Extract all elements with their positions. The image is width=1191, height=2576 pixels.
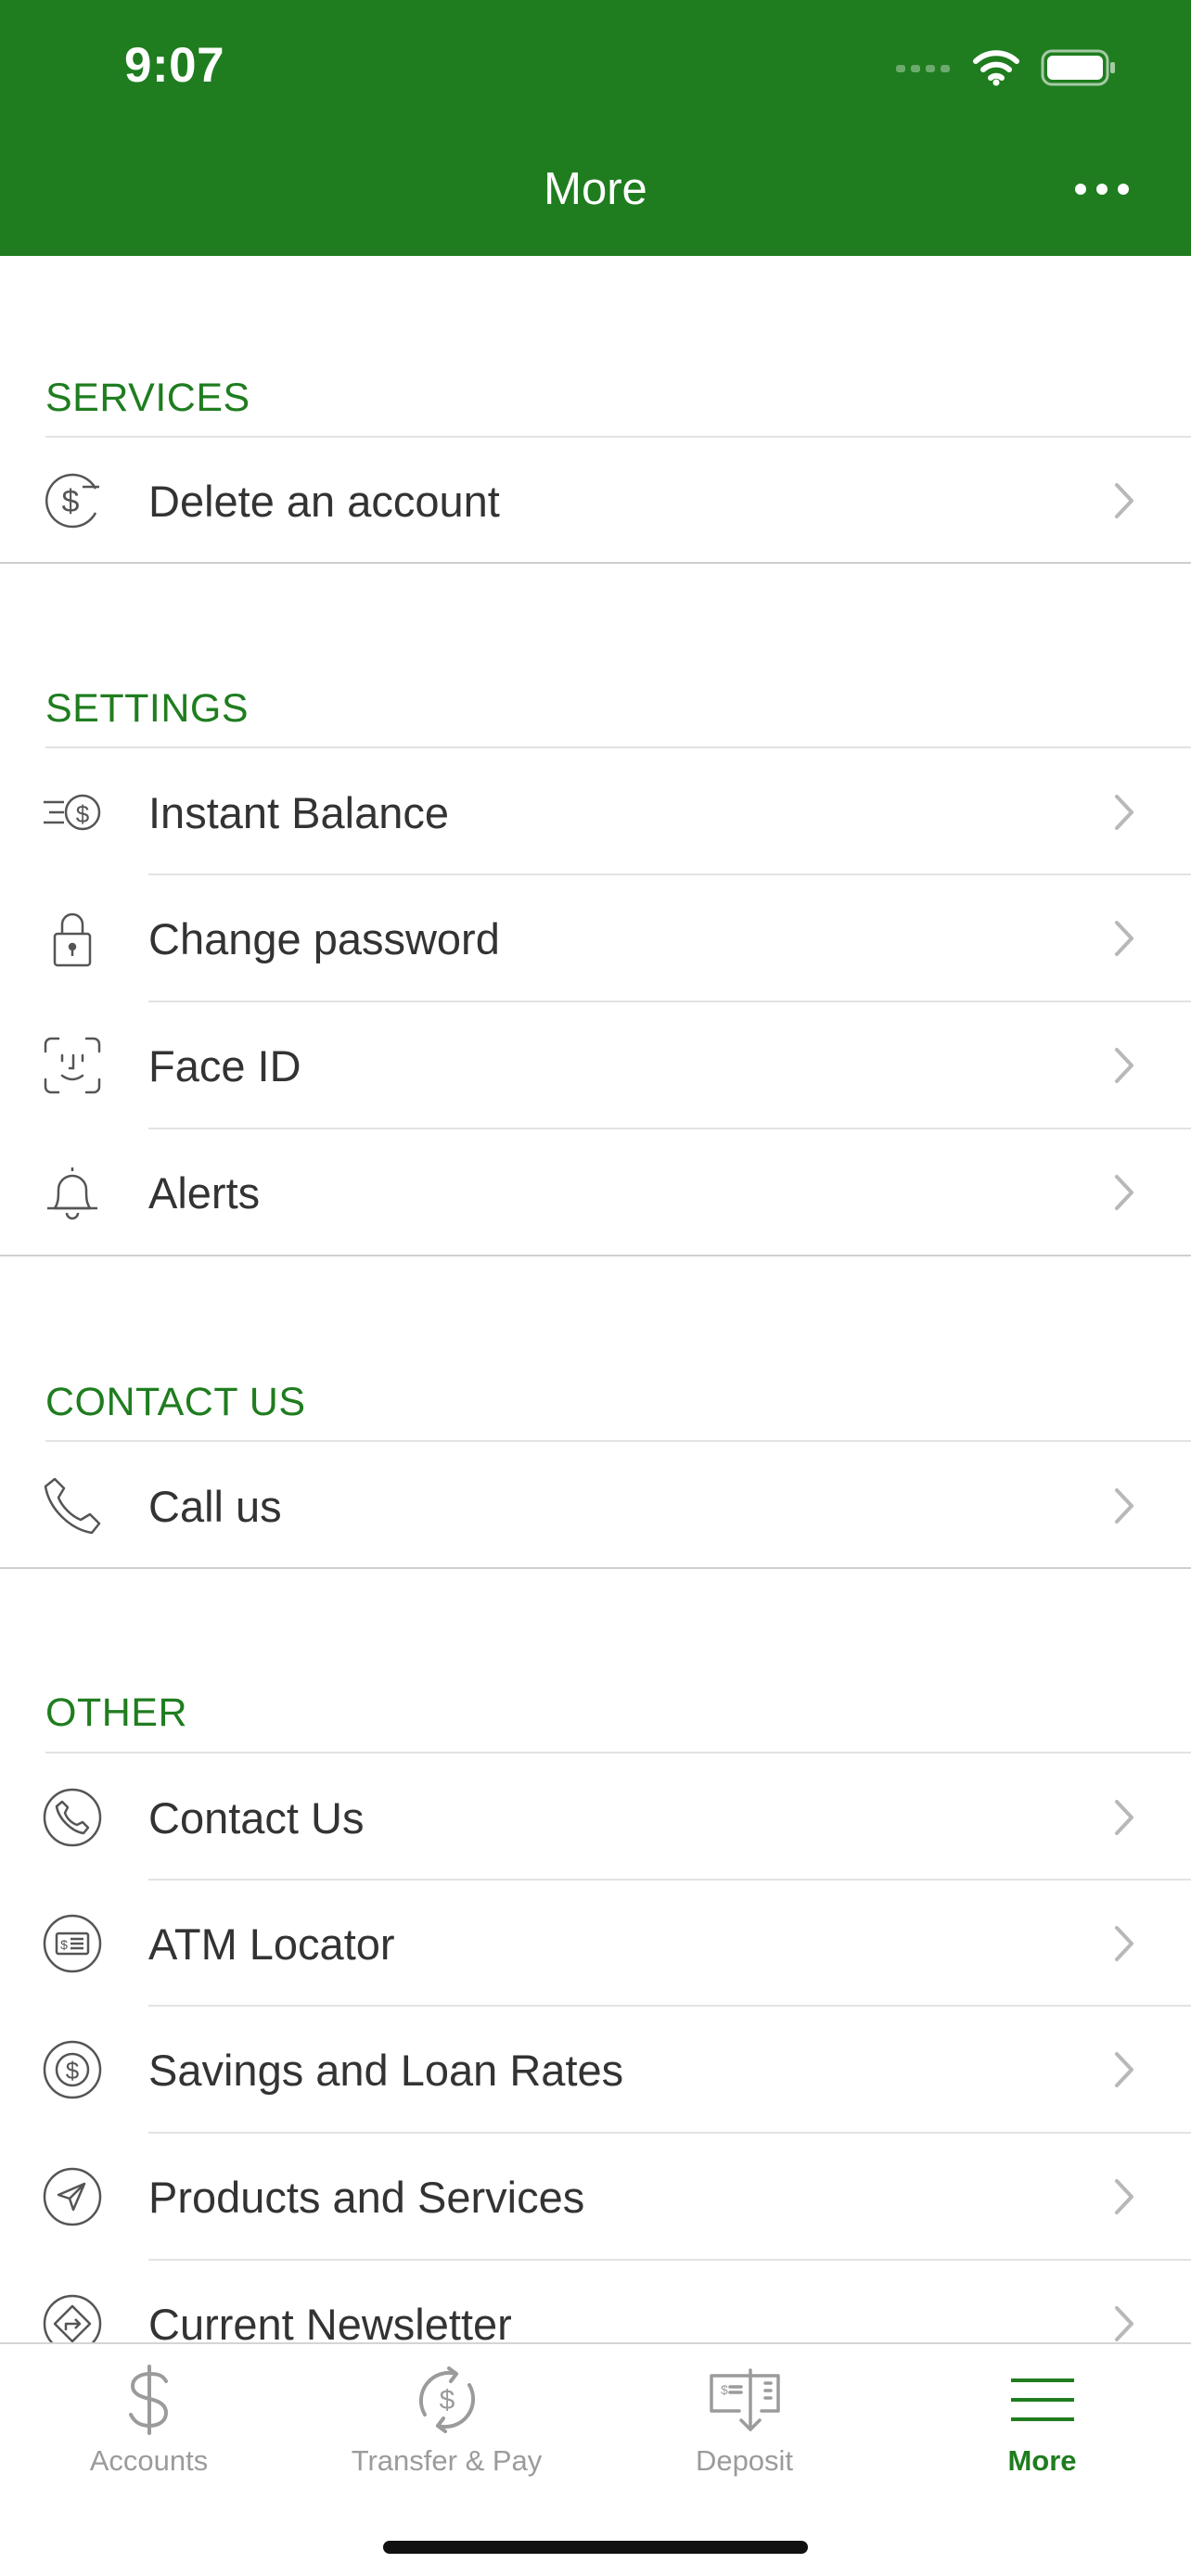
menu-item-label: Contact Us [148, 1793, 365, 1843]
menu-item-label: Instant Balance [148, 788, 449, 837]
paper-plane-icon [42, 2166, 103, 2227]
svg-text:$: $ [439, 2385, 455, 2416]
chevron-right-icon [1115, 1488, 1133, 1524]
menu-item-label: Savings and Loan Rates [148, 2046, 624, 2095]
fast-dollar-icon: $ [42, 782, 103, 843]
svg-text:$: $ [721, 2382, 728, 2397]
menu-item-change-password[interactable]: Change password [0, 874, 1191, 1001]
menu-icon [893, 2363, 1191, 2437]
menu-item-label: Alerts [148, 1168, 261, 1218]
tab-label: Transfer & Pay [351, 2444, 543, 2477]
chevron-right-icon [1115, 921, 1133, 956]
svg-text:$: $ [76, 800, 90, 828]
phone-icon [42, 1475, 103, 1537]
tab-label: More [1007, 2444, 1077, 2477]
chevron-right-icon [1115, 1048, 1133, 1083]
section-header-settings: SETTINGS [45, 686, 250, 731]
header-bar: 9:07 More [0, 0, 1191, 256]
chevron-right-icon [1115, 1800, 1133, 1835]
section-header-other: OTHER [45, 1690, 187, 1735]
phone-circle-icon [42, 1787, 103, 1848]
svg-text:$: $ [62, 484, 80, 519]
menu-item-label: Call us [148, 1482, 282, 1531]
overflow-menu-button[interactable] [1065, 161, 1139, 217]
menu-item-alerts[interactable]: Alerts [0, 1129, 1191, 1255]
battery-icon [1041, 49, 1115, 86]
ellipsis-icon [1075, 184, 1129, 195]
atm-card-icon: $ [42, 1913, 103, 1974]
section-header-services: SERVICES [45, 376, 250, 420]
menu-item-label: Face ID [148, 1041, 301, 1090]
menu-item-instant-balance[interactable]: $ Instant Balance [0, 748, 1191, 874]
divider [0, 1255, 1191, 1256]
dollar-icon [0, 2363, 298, 2437]
dollar-minus-icon: $ [42, 470, 103, 531]
home-indicator[interactable] [383, 2541, 808, 2554]
status-time: 9:07 [124, 38, 225, 93]
svg-text:$: $ [66, 2057, 80, 2085]
check-deposit-icon: $ [596, 2363, 893, 2437]
page-title: More [544, 164, 647, 214]
transfer-icon: $ [298, 2363, 596, 2437]
chevron-right-icon [1115, 1175, 1133, 1210]
menu-item-label: Products and Services [148, 2173, 585, 2222]
chevron-right-icon [1115, 2306, 1133, 2341]
menu-item-savings-loan-rates[interactable]: $ Savings and Loan Rates [0, 2006, 1191, 2132]
tab-label: Accounts [89, 2444, 209, 2477]
dollar-circle-icon: $ [42, 2039, 103, 2100]
menu-item-label: Delete an account [148, 477, 500, 526]
wifi-icon [973, 50, 1019, 86]
menu-item-contact-us[interactable]: Contact Us [0, 1753, 1191, 1880]
menu-item-label: ATM Locator [148, 1919, 395, 1969]
tab-transfer-pay[interactable]: $ Transfer & Pay [298, 2344, 596, 2493]
chevron-right-icon [1115, 483, 1133, 518]
menu-item-atm-locator[interactable]: $ ATM Locator [0, 1880, 1191, 2006]
menu-item-call-us[interactable]: Call us [0, 1442, 1191, 1568]
section-header-contact-us: CONTACT US [45, 1380, 306, 1424]
tab-bar: Accounts $ Transfer & Pay $ Deposit More [0, 2342, 1191, 2576]
chevron-right-icon [1115, 795, 1133, 830]
divider [0, 1567, 1191, 1569]
lock-icon [42, 908, 103, 969]
menu-item-products-services[interactable]: Products and Services [0, 2133, 1191, 2259]
chevron-right-icon [1115, 2052, 1133, 2087]
status-icons [896, 45, 1117, 91]
tab-accounts[interactable]: Accounts [0, 2344, 298, 2493]
tab-deposit[interactable]: $ Deposit [596, 2344, 893, 2493]
chevron-right-icon [1115, 2179, 1133, 2214]
tab-label: Deposit [695, 2444, 794, 2477]
menu-item-label: Change password [148, 914, 500, 963]
svg-text:$: $ [60, 1937, 68, 1952]
chevron-right-icon [1115, 1926, 1133, 1961]
bell-icon [42, 1162, 103, 1223]
cellular-signal-icon [896, 65, 950, 72]
divider [0, 562, 1191, 564]
menu-item-delete-account[interactable]: $ Delete an account [0, 437, 1191, 563]
face-id-icon [42, 1035, 103, 1096]
tab-more[interactable]: More [893, 2344, 1191, 2493]
menu-item-face-id[interactable]: Face ID [0, 1001, 1191, 1128]
